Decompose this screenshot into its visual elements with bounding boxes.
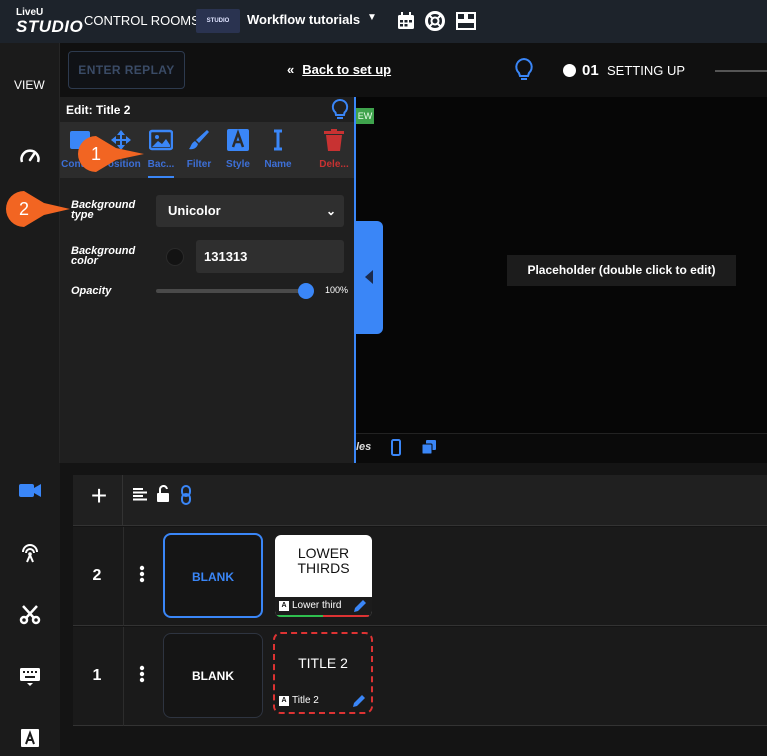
tab-label: Filter [186,159,212,170]
trash-icon [324,129,344,151]
collapse-panel-handle[interactable] [356,221,383,334]
opacity-label: Opacity [71,285,112,297]
text-cursor-icon [274,129,282,151]
layer-row: 2 BLANK LOWER THIRDS A Lower third [73,527,767,626]
row-divider [123,627,124,726]
row-divider [123,527,124,626]
opacity-slider-thumb[interactable] [298,283,314,299]
callout-2-number: 2 [18,199,29,219]
title-line: LOWER [297,545,350,561]
graphic-tile-lower-third[interactable]: LOWER THIRDS A Lower third [275,535,372,617]
text-icon: A [279,696,289,706]
graphic-preview-title: TITLE 2 [298,655,348,671]
camera-icon[interactable] [18,478,42,502]
background-color-input[interactable]: 131313 [196,240,344,273]
keyboard-icon[interactable] [18,664,42,688]
status-indicator [563,64,576,77]
more-vertical-icon[interactable] [139,665,145,683]
mobile-icon[interactable] [389,439,403,457]
scissors-icon[interactable] [18,602,42,626]
tab-label: Bac... [147,159,175,170]
chevron-left-icon [365,270,373,284]
back-to-setup-label: Back to set up [302,62,392,77]
title-line: THIRDS [297,560,350,576]
link-icon[interactable] [180,485,192,505]
toolbar-divider [122,475,123,526]
pencil-icon[interactable] [351,693,367,709]
text-icon: A [279,601,289,611]
liveu-studio-logo[interactable]: LiveU STUDIO [16,7,83,36]
placeholder-text-box[interactable]: Placeholder (double click to edit) [507,255,736,286]
graphic-name: Lower third [292,600,342,611]
tab-background[interactable]: Bac... [142,122,180,178]
background-type-select[interactable]: Unicolor ⌄ [156,195,344,227]
background-type-label: Background type [71,200,135,221]
room-thumbnail: STUDIO [196,9,240,33]
graphic-name: Title 2 [292,695,319,706]
chevron-down-icon[interactable]: ▼ [367,12,377,23]
layout-grid-icon[interactable] [455,10,477,32]
gauge-icon[interactable] [18,145,42,169]
tab-delete[interactable]: Dele... [314,122,354,178]
room-name-dropdown[interactable]: Workflow tutorials [247,12,360,27]
more-vertical-icon[interactable] [139,565,145,583]
edit-panel-title: Edit: Title 2 [66,103,131,117]
double-chevron-left-icon: « [287,62,295,77]
chevron-down-icon: ⌄ [325,204,336,218]
select-value: Unicolor [168,203,221,218]
tab-style[interactable]: Style [218,122,258,178]
preview-footer [356,433,767,463]
brush-icon [189,130,209,150]
logo-main-text: STUDIO [16,17,84,36]
calendar-icon[interactable] [395,10,417,32]
copy-icon[interactable] [421,439,437,455]
status-progress-line [715,70,767,72]
align-left-icon[interactable] [132,486,148,502]
blank-slot-active[interactable]: BLANK [163,533,263,618]
tab-filter[interactable]: Filter [180,122,218,178]
enter-replay-button[interactable]: ENTER REPLAY [68,51,185,89]
layer-number: 1 [92,667,102,684]
layer-number: 2 [92,567,102,584]
callout-1-number: 1 [90,144,101,164]
lightbulb-icon[interactable] [330,98,350,122]
graphic-tile-title-2[interactable]: TITLE 2 A Title 2 [273,632,373,714]
add-layer-button[interactable]: + [86,481,112,511]
blank-slot[interactable]: BLANK [163,633,263,718]
control-rooms-link[interactable]: CONTROL ROOMS [84,13,200,28]
status-bar-red [323,615,369,617]
label-line: color [71,255,98,267]
label-line: type [71,209,94,221]
tab-label: Name [264,159,292,170]
layer-row: 1 BLANK TITLE 2 A Title 2 [73,627,767,726]
text-icon[interactable] [18,726,42,750]
opacity-value: 100% [325,285,349,295]
help-lifebuoy-icon[interactable] [424,10,446,32]
status-number: 01 [582,62,599,79]
background-color-label: Background color [71,246,135,267]
back-to-setup-link[interactable]: « Back to set up [287,62,391,77]
status-bar-green [277,615,323,617]
color-swatch[interactable] [166,248,184,266]
lightbulb-icon[interactable] [512,57,536,83]
graphic-preview-title: LOWER THIRDS [275,546,372,576]
graphic-footer: A Title 2 [275,692,371,712]
status-label: SETTING UP [607,63,686,78]
pencil-icon[interactable] [352,598,368,614]
opacity-slider-track[interactable] [156,289,306,293]
image-icon [149,129,173,151]
active-tab-underline [148,176,174,178]
view-label: VIEW [14,78,45,92]
broadcast-icon[interactable] [18,540,42,564]
tab-name[interactable]: Name [258,122,298,178]
preview-footer-text: les [356,441,372,453]
style-icon [227,129,249,151]
tab-label: Dele... [319,159,349,170]
unlock-icon[interactable] [155,485,171,503]
layers-toolbar [73,475,767,526]
graphic-footer: A Lower third [275,597,372,617]
app-root: LiveU STUDIO CONTROL ROOMS STUDIO Workfl… [0,0,767,756]
tab-label: Style [226,159,250,170]
preview-tag: EW [356,108,374,124]
